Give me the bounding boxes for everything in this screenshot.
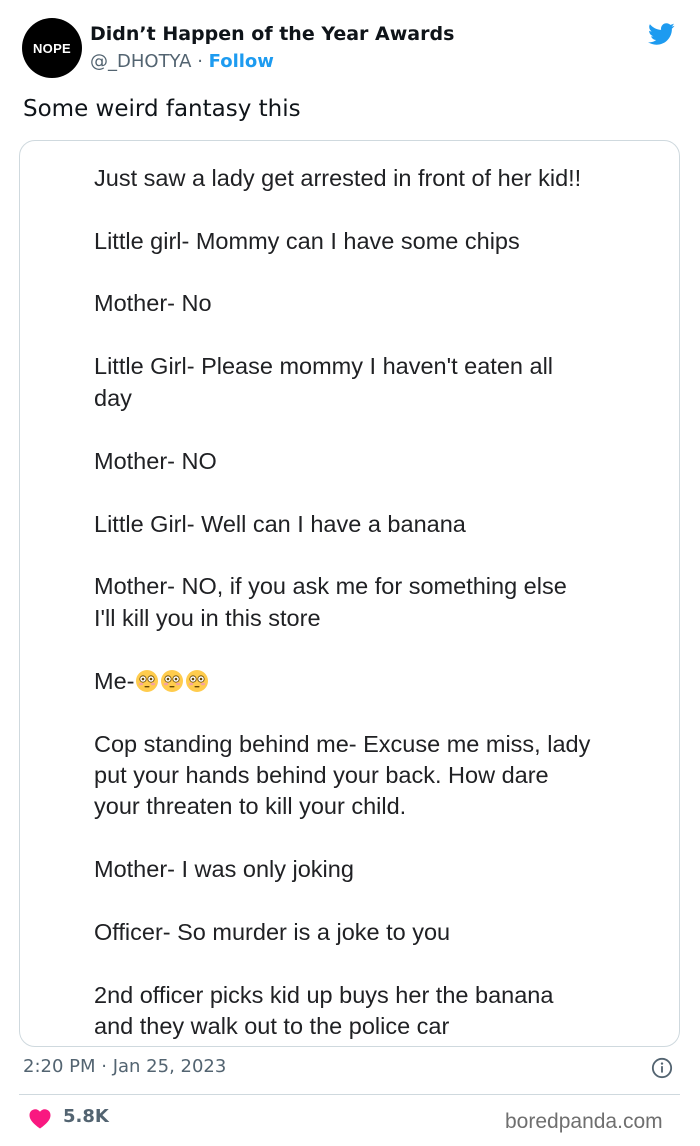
tweet-text: Some weird fantasy this: [23, 96, 301, 122]
note-line: Mother- NO, if you ask me for something …: [94, 573, 567, 599]
flushed-face-emoji: [161, 670, 184, 692]
note-line: Little Girl- Well can I have a banana: [94, 511, 466, 537]
note-line: and they walk out to the police car: [94, 1013, 450, 1039]
flushed-face-emoji: [186, 670, 209, 692]
note-line: Cop standing behind me- Excuse me miss, …: [94, 731, 591, 757]
note-line: Mother- NO: [94, 448, 217, 474]
heart-icon[interactable]: [28, 1107, 52, 1129]
like-count[interactable]: 5.8K: [63, 1106, 109, 1127]
twitter-bird-icon[interactable]: [645, 20, 677, 48]
info-icon[interactable]: [651, 1057, 673, 1079]
note-line: I'll kill you in this store: [94, 605, 321, 631]
note-line-me: Me-: [94, 668, 209, 695]
note-line: Little Girl- Please mommy I haven't eate…: [94, 353, 554, 379]
author-name[interactable]: Didn’t Happen of the Year Awards: [90, 23, 454, 45]
note-line: Little girl- Mommy can I have some chips: [94, 228, 520, 254]
divider: [19, 1094, 680, 1095]
note-line: your threaten to kill your child.: [94, 793, 407, 819]
avatar-text: NOPE: [32, 40, 72, 56]
watermark-logo: boredpanda.com: [505, 1110, 663, 1133]
meta-separator: ·: [191, 51, 209, 72]
follow-button[interactable]: Follow: [209, 51, 274, 72]
tweet-timestamp[interactable]: 2:20 PM · Jan 25, 2023: [23, 1056, 226, 1077]
note-line: 2nd officer picks kid up buys her the ba…: [94, 982, 554, 1008]
note-line: put your hands behind your back. How dar…: [94, 762, 549, 788]
tweet-media-image[interactable]: Just saw a lady get arrested in front of…: [19, 140, 680, 1047]
note-line: Mother- I was only joking: [94, 856, 354, 882]
note-line-me-text: Me-: [94, 668, 135, 694]
author-handle[interactable]: @_DHOTYA: [90, 51, 191, 72]
note-line: Officer- So murder is a joke to you: [94, 919, 451, 945]
flushed-face-emoji: [136, 670, 159, 692]
note-line: Just saw a lady get arrested in front of…: [94, 165, 582, 191]
note-line: day: [94, 385, 132, 411]
author-meta: @_DHOTYA · Follow: [90, 51, 274, 72]
avatar[interactable]: NOPE: [22, 18, 82, 78]
note-line: Mother- No: [94, 290, 212, 316]
